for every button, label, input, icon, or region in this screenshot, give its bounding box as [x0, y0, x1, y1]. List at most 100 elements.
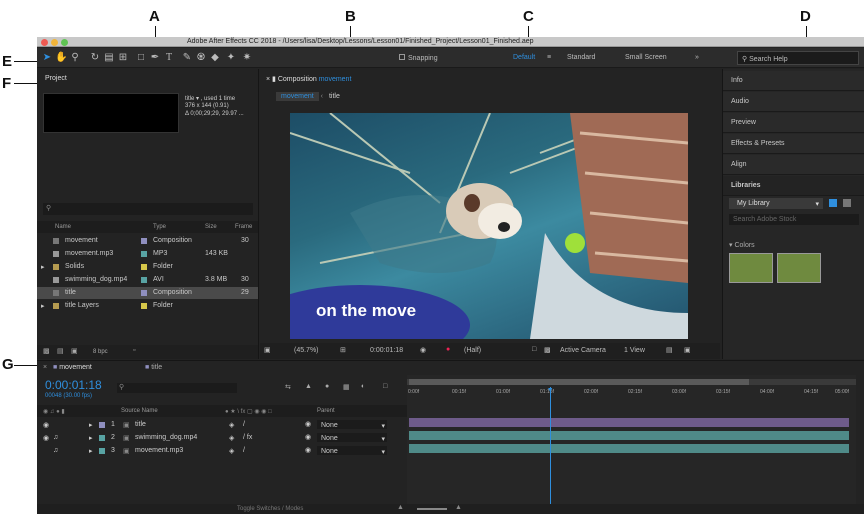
- timeline-current-time[interactable]: 0:00:01:18: [45, 378, 102, 392]
- new-composition-icon[interactable]: ▣: [71, 347, 78, 355]
- toggle-pixel-aspect-icon[interactable]: ▤: [666, 346, 673, 354]
- minimize-window-button[interactable]: [51, 39, 58, 46]
- playhead-handle-icon[interactable]: ▼: [547, 387, 554, 394]
- visibility-eye-icon[interactable]: ◉: [43, 421, 49, 429]
- collapse-switch-icon[interactable]: ◈: [229, 421, 234, 429]
- resolution-dropdown[interactable]: (Half): [464, 347, 481, 354]
- grid-icon[interactable]: ⊞: [340, 346, 346, 354]
- pen-tool-icon[interactable]: ✒: [149, 51, 161, 64]
- audio-speaker-icon[interactable]: ♫: [53, 447, 58, 454]
- shy-layers-icon[interactable]: ●: [325, 383, 329, 390]
- workspace-small-screen[interactable]: Small Screen: [625, 54, 667, 61]
- zoom-tool-icon[interactable]: ⚲: [69, 51, 81, 64]
- puppet-tool-icon[interactable]: ✷: [241, 51, 253, 64]
- quality-switch-icon[interactable]: / fx: [243, 434, 252, 441]
- crumb-movement[interactable]: movement: [276, 92, 319, 101]
- motion-blur-icon[interactable]: ◐: [361, 383, 365, 390]
- zoom-out-icon[interactable]: ▲: [397, 504, 404, 511]
- audio-speaker-icon[interactable]: ♫: [53, 434, 58, 441]
- expand-layer-icon[interactable]: ▸: [89, 447, 93, 455]
- label-swatch[interactable]: [99, 422, 105, 428]
- zoom-window-button[interactable]: [61, 39, 68, 46]
- view-layout-dropdown[interactable]: 1 View: [624, 347, 645, 354]
- current-time-indicator[interactable]: ▼: [547, 387, 554, 514]
- workspace-standard[interactable]: Standard: [567, 54, 595, 61]
- collapse-switch-icon[interactable]: ◈: [229, 447, 234, 455]
- more-workspaces-icon[interactable]: »: [695, 54, 699, 61]
- col-frame[interactable]: Frame: [235, 224, 252, 230]
- panel-effects-presets[interactable]: Effects & Presets: [723, 134, 864, 154]
- col-source-name[interactable]: Source Name: [121, 408, 158, 414]
- timeline-layer-row[interactable]: ◉ ▸ 1 ▣ title ◈ / ◉ None ▾: [37, 419, 407, 431]
- crumb-title[interactable]: title: [325, 92, 344, 101]
- layer-bar-title[interactable]: [409, 418, 849, 427]
- rotation-tool-icon[interactable]: ↻: [89, 51, 101, 64]
- clone-stamp-tool-icon[interactable]: ♼: [195, 51, 207, 64]
- parent-dropdown[interactable]: ◉ None ▾: [305, 446, 387, 456]
- colors-section-label[interactable]: ▾ Colors: [729, 241, 755, 249]
- workspace-default[interactable]: Default: [513, 54, 535, 61]
- type-tool-icon[interactable]: T: [163, 51, 175, 64]
- new-folder-icon[interactable]: ▤: [57, 347, 64, 355]
- graph-editor-icon[interactable]: □: [383, 383, 387, 390]
- list-view-icon[interactable]: [843, 199, 851, 207]
- pan-behind-tool-icon[interactable]: ⊞: [117, 51, 129, 64]
- selection-tool-icon[interactable]: ➤: [41, 51, 53, 64]
- library-dropdown[interactable]: My Library ▾: [729, 198, 823, 209]
- project-item[interactable]: ▸ Solids Folder: [37, 261, 258, 273]
- camera-tool-icon[interactable]: ▤: [103, 51, 115, 64]
- layer-bar-movement-mp3[interactable]: [409, 444, 849, 453]
- draft-3d-icon[interactable]: ▲: [305, 383, 312, 390]
- quality-switch-icon[interactable]: /: [243, 421, 245, 428]
- frame-blending-icon[interactable]: ▦: [343, 383, 350, 391]
- timeline-graph[interactable]: 0:00f 00:15f 01:00f 01:15f 02:00f 02:15f 03:00…: [407, 375, 856, 514]
- pickwhip-icon[interactable]: ◉: [305, 433, 311, 441]
- project-item[interactable]: movement.mp3 MP3 143 KB: [37, 248, 258, 260]
- trash-icon[interactable]: ▫: [133, 347, 135, 354]
- panel-audio[interactable]: Audio: [723, 92, 864, 112]
- color-channel-icon[interactable]: ●: [446, 346, 450, 353]
- color-swatch[interactable]: [777, 253, 821, 283]
- collapse-switch-icon[interactable]: ◈: [229, 434, 234, 442]
- eraser-tool-icon[interactable]: ◆: [209, 51, 221, 64]
- project-tab[interactable]: Project: [45, 75, 67, 82]
- hand-tool-icon[interactable]: ✋: [55, 51, 67, 64]
- always-preview-icon[interactable]: ▣: [264, 346, 271, 354]
- brush-tool-icon[interactable]: ✎: [181, 51, 193, 64]
- panel-align[interactable]: Align: [723, 155, 864, 175]
- time-ruler[interactable]: 0:00f 00:15f 01:00f 01:15f 02:00f 02:15f 03:00…: [407, 387, 856, 401]
- panel-preview[interactable]: Preview: [723, 113, 864, 133]
- layer-bar-swimming-dog[interactable]: [409, 431, 849, 440]
- composition-viewer[interactable]: on the move: [290, 113, 688, 339]
- panel-info[interactable]: Info: [723, 71, 864, 91]
- transparency-grid-icon[interactable]: ▩: [544, 346, 551, 354]
- toggle-switches-modes-button[interactable]: Toggle Switches / Modes: [237, 506, 303, 512]
- pickwhip-icon[interactable]: ◉: [305, 446, 311, 454]
- pickwhip-icon[interactable]: ◉: [305, 420, 311, 428]
- visibility-eye-icon[interactable]: ◉: [43, 434, 49, 442]
- quality-switch-icon[interactable]: /: [243, 447, 245, 454]
- zoom-in-icon[interactable]: ▲: [455, 504, 462, 511]
- close-tab-icon[interactable]: ×: [43, 364, 47, 371]
- zoom-slider[interactable]: [417, 508, 447, 510]
- label-swatch[interactable]: [99, 448, 105, 454]
- col-parent[interactable]: Parent: [317, 408, 335, 414]
- composition-tab[interactable]: × ▮ Composition movement: [266, 75, 351, 83]
- zoom-level-dropdown[interactable]: (45.7%): [294, 347, 319, 354]
- adobe-stock-search-input[interactable]: Search Adobe Stock: [729, 214, 859, 225]
- timeline-layer-row[interactable]: ◉ ♫ ▸ 2 ▣ swimming_dog.mp4 ◈ / fx ◉ None ▾: [37, 432, 407, 444]
- expand-layer-icon[interactable]: ▸: [89, 421, 93, 429]
- expand-layer-icon[interactable]: ▸: [89, 434, 93, 442]
- timeline-tab-movement[interactable]: ■ movement: [53, 364, 92, 371]
- timeline-tab-title[interactable]: ■ title: [145, 364, 162, 371]
- col-name[interactable]: Name: [55, 224, 71, 230]
- parent-dropdown[interactable]: ◉ None ▾: [305, 420, 387, 430]
- region-of-interest-icon[interactable]: □: [532, 346, 536, 353]
- col-size[interactable]: Size: [205, 224, 217, 230]
- composition-mini-flowchart-icon[interactable]: ⇆: [285, 383, 291, 391]
- timeline-layer-row[interactable]: ♫ ▸ 3 ▣ movement.mp3 ◈ / ◉ None ▾: [37, 445, 407, 457]
- snapshot-icon[interactable]: ◉: [420, 346, 426, 354]
- label-swatch[interactable]: [99, 435, 105, 441]
- snapping-checkbox[interactable]: Snapping: [399, 54, 438, 62]
- workspace-menu-icon[interactable]: ≡: [547, 54, 551, 61]
